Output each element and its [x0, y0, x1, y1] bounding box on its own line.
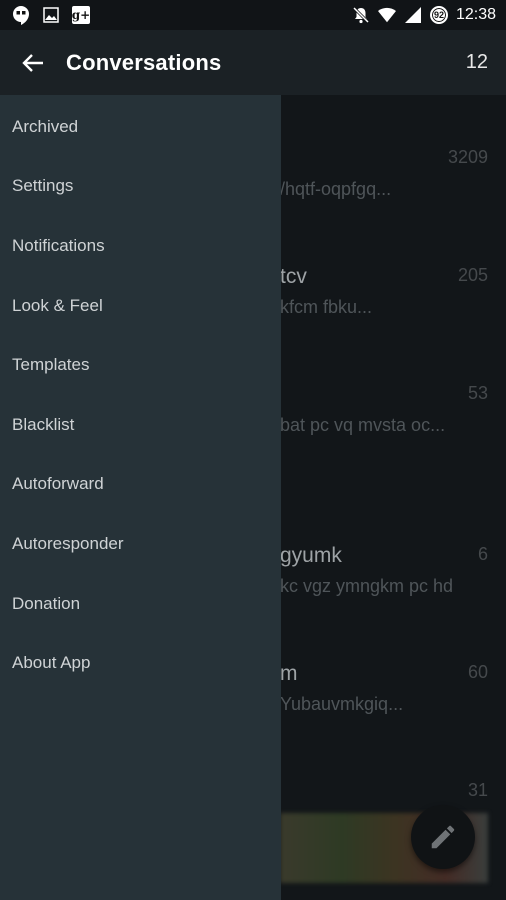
drawer-item-settings[interactable]: Settings: [0, 157, 281, 217]
back-button[interactable]: [0, 30, 66, 95]
message-preview: kc vgz ymngkm pc hd: [280, 576, 454, 596]
image-icon: [42, 6, 60, 24]
system-icons: 92 12:38: [352, 6, 496, 24]
message-preview: /hqtf-oqpfgq...: [280, 179, 392, 199]
pencil-icon: [431, 825, 455, 849]
app-bar: Conversations 12: [0, 30, 506, 95]
message-preview: bat pc vq mvsta oc...: [280, 415, 446, 435]
compose-button[interactable]: [411, 805, 475, 869]
battery-icon: 92: [429, 6, 448, 24]
drawer-item-templates[interactable]: Templates: [0, 335, 281, 395]
contact-name: gyumk: [280, 544, 342, 567]
message-count: 6: [477, 544, 488, 564]
conversation-count: 12: [465, 51, 488, 73]
message-count: 31: [467, 780, 488, 800]
message-preview: Yubauvmkgiq...: [280, 694, 404, 714]
drawer-item-archived[interactable]: Archived: [0, 97, 281, 157]
contact-name: tcv: [280, 265, 307, 288]
navigation-drawer: Archived Settings Notifications Look & F…: [0, 95, 281, 900]
drawer-item-blacklist[interactable]: Blacklist: [0, 395, 281, 455]
contact-name: m: [280, 662, 298, 685]
drawer-item-look-and-feel[interactable]: Look & Feel: [0, 276, 281, 336]
arrow-left-icon: [22, 53, 43, 72]
notification-icons: g+: [12, 6, 91, 25]
hangouts-icon: [12, 6, 30, 25]
message-count: 60: [467, 662, 488, 682]
google-plus-icon: g+: [71, 6, 91, 24]
clock: 12:38: [455, 6, 496, 23]
wifi-icon: [377, 6, 396, 24]
notifications-off-icon: [352, 6, 370, 24]
message-count: 3209: [447, 147, 488, 167]
message-preview: kfcm fbku...: [280, 297, 373, 317]
drawer-item-autoresponder[interactable]: Autoresponder: [0, 514, 281, 574]
status-bar: g+ 92 12:38: [0, 0, 506, 30]
drawer-item-about-app[interactable]: About App: [0, 633, 281, 693]
message-count: 53: [467, 383, 488, 403]
drawer-item-donation[interactable]: Donation: [0, 574, 281, 634]
drawer-item-notifications[interactable]: Notifications: [0, 216, 281, 276]
drawer-item-autoforward[interactable]: Autoforward: [0, 455, 281, 515]
cell-signal-icon: [404, 6, 422, 24]
page-title: Conversations: [66, 49, 222, 75]
message-count: 205: [457, 265, 488, 285]
